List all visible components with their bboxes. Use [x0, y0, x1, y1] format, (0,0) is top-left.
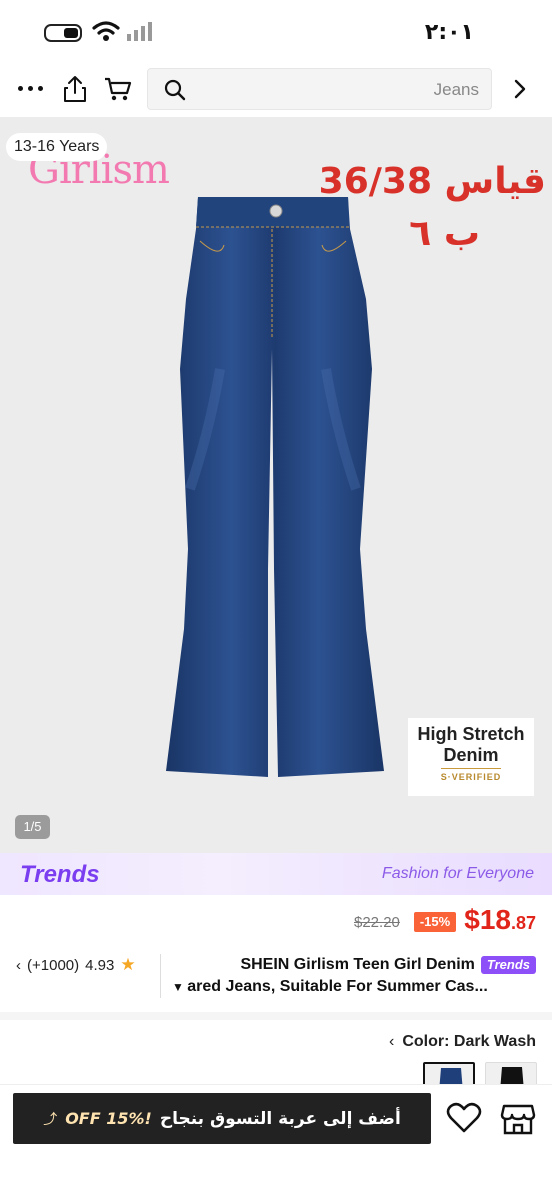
trends-tag: Trends — [480, 956, 536, 974]
divider — [160, 954, 161, 998]
wifi-icon — [92, 21, 120, 41]
size-price-note: ب ٦ — [409, 213, 480, 254]
price-currency: $ — [464, 904, 480, 935]
product-title[interactable]: SHEIN Girlism Teen Girl Denim Trends — [240, 956, 536, 974]
trends-banner[interactable]: Trends Fashion for Everyone — [0, 853, 552, 895]
store-icon[interactable] — [500, 1102, 536, 1136]
badge-line2: Denim — [443, 745, 499, 765]
status-time: ٢:٠١ — [424, 20, 474, 45]
price-whole: 18 — [479, 904, 511, 935]
color-selector-label[interactable]: ‹ Color: Dark Wash — [389, 1033, 536, 1051]
product-title-line1: SHEIN Girlism Teen Girl Denim — [240, 956, 475, 973]
rating-summary[interactable]: ‹ (+1000) 4.93 ★ — [16, 955, 136, 975]
product-title-line2[interactable]: ▼ ared Jeans, Suitable For Summer Cas... — [172, 978, 538, 996]
star-icon: ★ — [120, 955, 136, 974]
jeans-illustration — [166, 197, 384, 777]
status-bar: ٢:٠١ — [0, 0, 552, 62]
chevron-left-icon: ‹ — [389, 1033, 395, 1050]
search-placeholder: Jeans — [433, 80, 479, 99]
add-to-cart-button[interactable]: أضف إلى عربة التسوق بنجاح !15% OFF ⤴ — [13, 1093, 431, 1144]
badge-verified: S·VERIFIED — [440, 772, 502, 782]
price-cents: .87 — [510, 913, 536, 933]
cart-icon[interactable] — [104, 76, 132, 102]
image-page-counter: 1/5 — [15, 815, 50, 839]
product-image-carousel[interactable]: Girlism 13-16 Years قياس 36/38 ب ٦ High … — [0, 117, 552, 853]
search-input[interactable]: Jeans — [147, 68, 492, 110]
search-icon — [164, 79, 186, 101]
current-price: $18.87 — [464, 904, 536, 936]
color-label-text: Color: Dark Wash — [402, 1033, 536, 1050]
age-badge: 13-16 Years — [6, 133, 108, 161]
trend-arrow-icon: ⤴ — [43, 1111, 58, 1128]
battery-icon — [44, 24, 82, 42]
promo-label: !15% OFF — [65, 1109, 152, 1128]
bottom-action-bar: أضف إلى عربة التسوق بنجاح !15% OFF ⤴ — [0, 1084, 552, 1195]
trends-logo: Trends — [20, 861, 100, 888]
chevron-left-icon: ‹ — [16, 956, 21, 974]
share-icon[interactable] — [62, 74, 88, 104]
product-title-line2-text: ared Jeans, Suitable For Summer Cas... — [187, 978, 488, 995]
chevron-down-icon: ▼ — [172, 980, 188, 994]
original-price: $22.20 — [354, 914, 400, 931]
section-divider — [0, 1012, 552, 1020]
add-to-cart-label: أضف إلى عربة التسوق بنجاح — [159, 1108, 401, 1129]
badge-line1: High Stretch — [417, 724, 525, 744]
rating-score: 4.93 — [85, 956, 115, 974]
heart-icon[interactable] — [446, 1102, 482, 1134]
signal-icon — [127, 22, 152, 41]
top-nav: Jeans — [0, 62, 552, 116]
trends-tagline: Fashion for Everyone — [381, 865, 534, 882]
chevron-right-icon[interactable] — [512, 78, 528, 100]
discount-badge: -15% — [414, 912, 456, 932]
price-row: $22.20 -15% $18.87 — [0, 900, 552, 946]
rating-count: (+1000) — [27, 956, 80, 974]
high-stretch-badge: High Stretch Denim S·VERIFIED — [408, 718, 534, 796]
more-icon[interactable] — [18, 76, 46, 100]
